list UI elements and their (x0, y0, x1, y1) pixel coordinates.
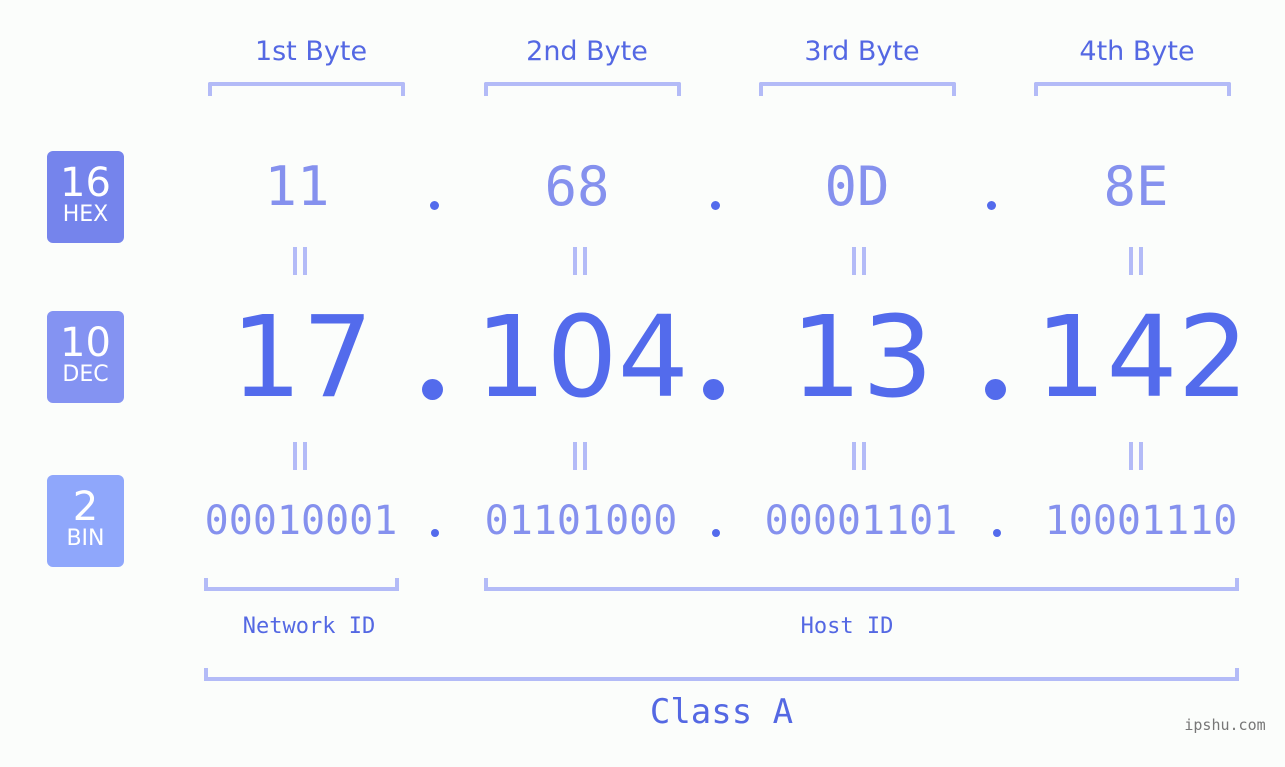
dec-value-2: 104 (475, 293, 689, 423)
byte-label-2: 2nd Byte (526, 36, 648, 67)
byte-bracket-2 (484, 82, 681, 96)
bin-value-3: 00001101 (764, 498, 958, 544)
dec-base-name: DEC (62, 362, 109, 387)
equals-icon (570, 247, 590, 275)
host-id-label: Host ID (800, 614, 894, 639)
dec-badge: 10 DEC (47, 311, 124, 403)
bin-base-name: BIN (66, 526, 105, 551)
byte-label-1: 1st Byte (254, 36, 368, 67)
bin-value-1: 00010001 (204, 498, 398, 544)
hex-value-2: 68 (544, 155, 610, 218)
hex-base-number: 16 (60, 160, 111, 206)
byte-bracket-3 (759, 82, 956, 96)
dec-dot-separator (985, 379, 1006, 400)
byte-label-3: 3rd Byte (804, 36, 920, 67)
byte-label-4: 4th Byte (1079, 36, 1195, 67)
hex-dot-separator (430, 201, 439, 210)
bin-dot-separator (431, 529, 439, 537)
dec-dot-separator (703, 379, 724, 400)
hex-base-name: HEX (62, 202, 109, 227)
equals-icon (290, 247, 310, 275)
hex-value-1: 11 (264, 155, 330, 218)
bin-value-4: 10001110 (1044, 498, 1238, 544)
hex-dot-separator (987, 201, 996, 210)
dec-value-1: 17 (230, 293, 374, 423)
dec-base-number: 10 (60, 320, 111, 366)
dec-value-4: 142 (1035, 293, 1249, 423)
host-id-bracket (484, 578, 1239, 591)
network-id-bracket (204, 578, 399, 591)
hex-badge: 16 HEX (47, 151, 124, 243)
dec-dot-separator (422, 379, 443, 400)
hex-value-3: 0D (824, 155, 890, 218)
hex-value-4: 8E (1103, 155, 1169, 218)
equals-icon (849, 247, 869, 275)
bin-badge: 2 BIN (47, 475, 124, 567)
bin-base-number: 2 (72, 484, 99, 530)
bin-value-2: 01101000 (484, 498, 678, 544)
byte-bracket-4 (1034, 82, 1231, 96)
bin-dot-separator (712, 529, 720, 537)
equals-icon (290, 442, 310, 470)
dec-value-3: 13 (790, 293, 934, 423)
hex-dot-separator (711, 201, 720, 210)
watermark: ipshu.com (1184, 716, 1266, 734)
equals-icon (1126, 442, 1146, 470)
ip-class-label: Class A (649, 692, 794, 732)
equals-icon (849, 442, 869, 470)
equals-icon (1126, 247, 1146, 275)
equals-icon (570, 442, 590, 470)
bin-dot-separator (993, 529, 1001, 537)
class-bracket (204, 668, 1239, 681)
network-id-label: Network ID (242, 614, 376, 639)
byte-bracket-1 (208, 82, 405, 96)
